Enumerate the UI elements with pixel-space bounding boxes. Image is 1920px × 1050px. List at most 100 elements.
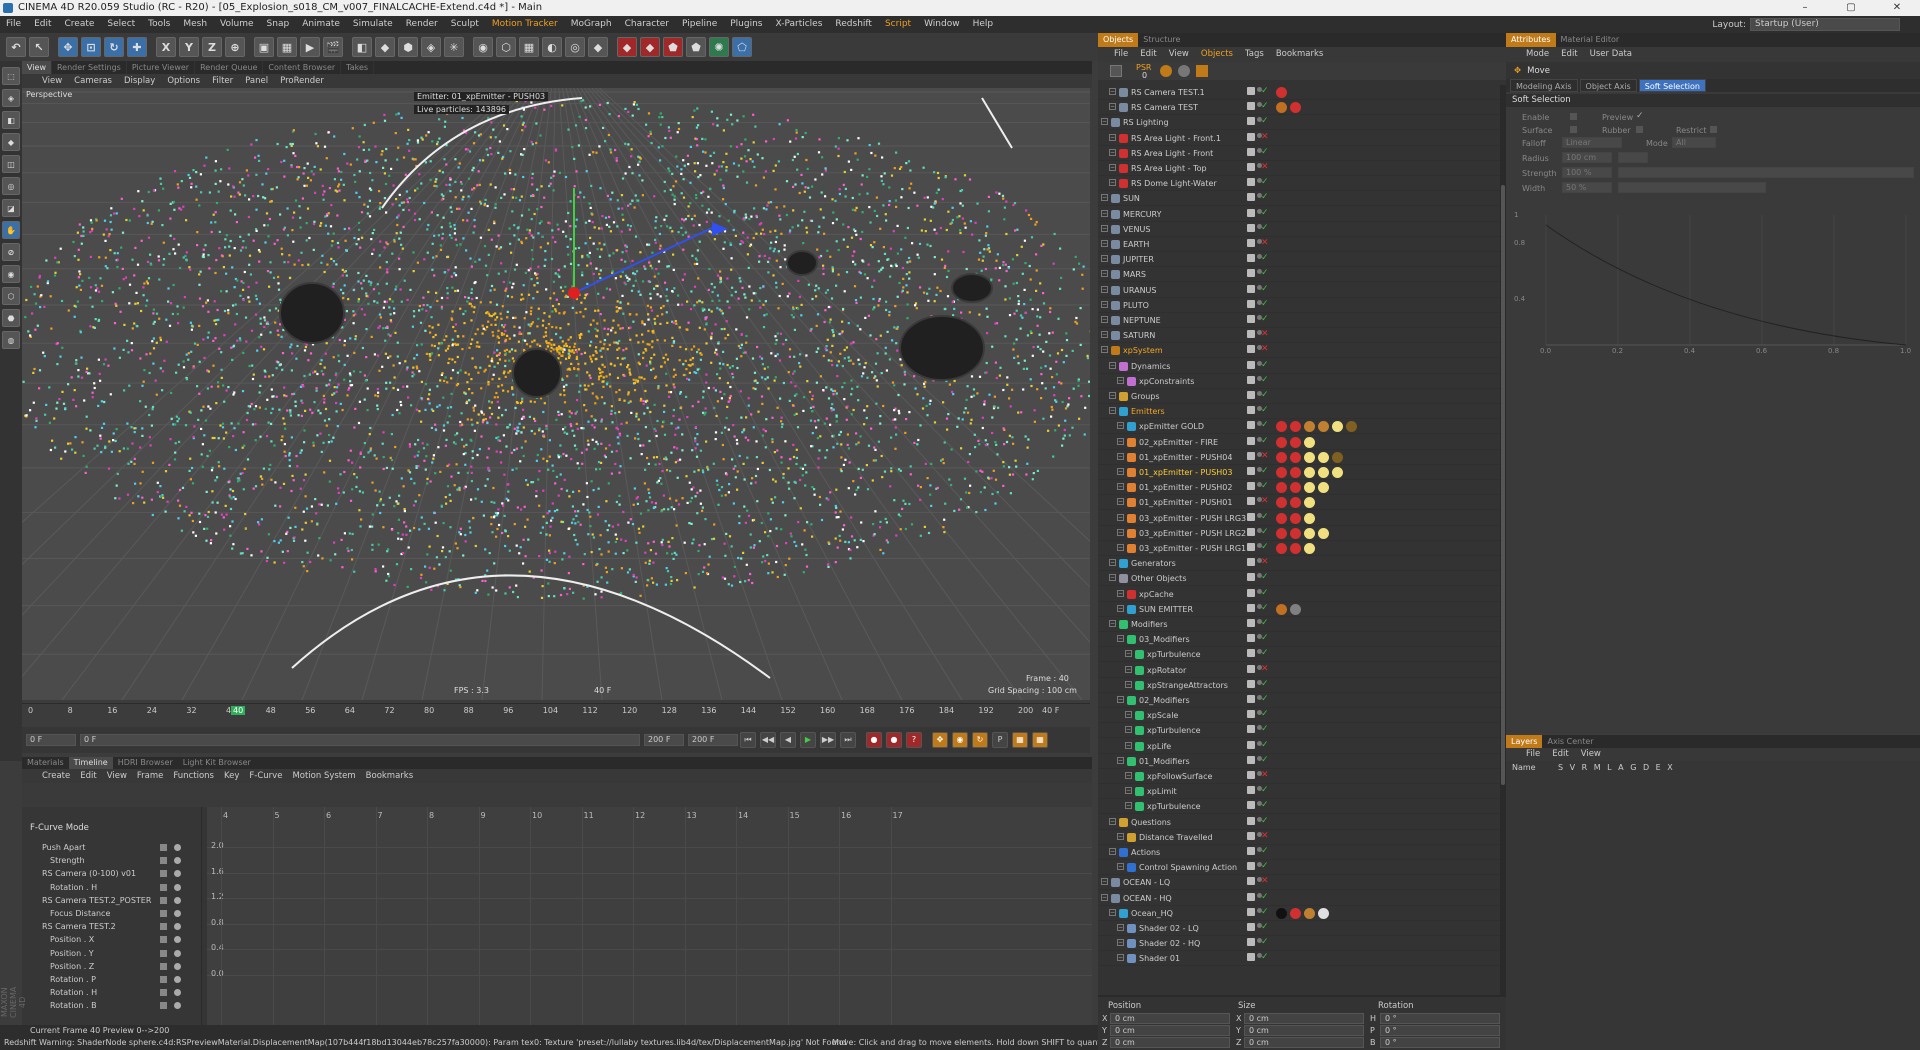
toolbar-button-4[interactable]: ↻ [104, 37, 124, 57]
toolbar-button-1[interactable]: ↖ [29, 37, 49, 57]
left-tool-5[interactable]: ◎ [2, 177, 20, 195]
menu-mesh[interactable]: Mesh [183, 16, 207, 33]
left-tool-9[interactable]: ◉ [2, 265, 20, 283]
menu-character[interactable]: Character [625, 16, 669, 33]
toolbar-button-20[interactable]: ⬡ [496, 37, 516, 57]
toolbar-button-10[interactable]: ▣ [254, 37, 274, 57]
toolbar-button-12[interactable]: ▶ [300, 37, 320, 57]
left-tool-7[interactable]: ✋ [2, 221, 20, 239]
minimize-button[interactable]: – [1782, 0, 1828, 16]
menu-motion-tracker[interactable]: Motion Tracker [492, 16, 558, 33]
menu-simulate[interactable]: Simulate [353, 16, 393, 33]
particle [1086, 357, 1089, 360]
particle [431, 140, 434, 143]
viewport-menu-options[interactable]: Options [167, 74, 200, 88]
left-tool-1[interactable]: ◈ [2, 89, 20, 107]
particle [637, 199, 640, 202]
toolbar-button-8[interactable]: Z [202, 37, 222, 57]
toolbar-button-7[interactable]: Y [179, 37, 199, 57]
left-tool-11[interactable]: ⬣ [2, 309, 20, 327]
toolbar-button-29[interactable]: ✺ [709, 37, 729, 57]
menu-animate[interactable]: Animate [302, 16, 340, 33]
particle [283, 394, 286, 397]
menu-file[interactable]: File [6, 16, 21, 33]
menu-edit[interactable]: Edit [34, 16, 51, 33]
particle [595, 468, 598, 471]
menu-window[interactable]: Window [924, 16, 960, 33]
menu-mograph[interactable]: MoGraph [571, 16, 612, 33]
left-tool-12[interactable]: ◍ [2, 331, 20, 349]
viewport-menu-filter[interactable]: Filter [212, 74, 233, 88]
toolbar-button-6[interactable]: X [156, 37, 176, 57]
viewport-tab-content-browser[interactable]: Content Browser [263, 61, 342, 74]
toolbar-button-0[interactable]: ↶ [6, 37, 26, 57]
toolbar-button-11[interactable]: ▦ [277, 37, 297, 57]
toolbar-button-14[interactable]: ◧ [352, 37, 372, 57]
particle [473, 429, 476, 432]
toolbar-button-30[interactable]: ⬠ [732, 37, 752, 57]
viewport-menu-display[interactable]: Display [124, 74, 155, 88]
particle [1065, 332, 1068, 335]
toolbar-button-15[interactable]: ◆ [375, 37, 395, 57]
viewport-canvas[interactable] [22, 88, 1090, 700]
perspective-viewport[interactable]: Perspective Emitter: 01_xpEmitter - PUSH… [22, 88, 1090, 700]
menu-snap[interactable]: Snap [267, 16, 290, 33]
viewport-tab-render-queue[interactable]: Render Queue [195, 61, 264, 74]
close-button[interactable]: ✕ [1874, 0, 1920, 16]
viewport-menu-view[interactable]: View [42, 74, 62, 88]
left-tool-10[interactable]: ⬡ [2, 287, 20, 305]
toolbar-button-21[interactable]: ▦ [519, 37, 539, 57]
particle [493, 396, 496, 399]
viewport-menu-prorender[interactable]: ProRender [280, 74, 324, 88]
left-tool-4[interactable]: ◫ [2, 155, 20, 173]
toolbar-button-9[interactable]: ⊕ [225, 37, 245, 57]
viewport-menu-panel[interactable]: Panel [245, 74, 268, 88]
menu-plugins[interactable]: Plugins [730, 16, 762, 33]
toolbar-button-28[interactable]: ⬟ [686, 37, 706, 57]
toolbar-button-24[interactable]: ◆ [588, 37, 608, 57]
left-tool-0[interactable]: ⬚ [2, 67, 20, 85]
left-tool-2[interactable]: ◧ [2, 111, 20, 129]
viewport-tab-takes[interactable]: Takes [341, 61, 375, 74]
left-tool-6[interactable]: ◪ [2, 199, 20, 217]
menu-tools[interactable]: Tools [148, 16, 170, 33]
left-tool-3[interactable]: ◆ [2, 133, 20, 151]
viewport-tab-render-settings[interactable]: Render Settings [52, 61, 127, 74]
menu-pipeline[interactable]: Pipeline [682, 16, 717, 33]
toolbar-button-2[interactable]: ✥ [58, 37, 78, 57]
particle [248, 263, 251, 266]
menu-x-particles[interactable]: X-Particles [776, 16, 823, 33]
toolbar-button-22[interactable]: ◐ [542, 37, 562, 57]
viewport-menu-cameras[interactable]: Cameras [74, 74, 112, 88]
menu-select[interactable]: Select [107, 16, 135, 33]
toolbar-button-18[interactable]: ✳ [444, 37, 464, 57]
menu-redshift[interactable]: Redshift [835, 16, 872, 33]
particle [241, 446, 244, 449]
viewport-tab-picture-viewer[interactable]: Picture Viewer [127, 61, 196, 74]
maximize-button[interactable]: ▢ [1828, 0, 1874, 16]
menu-script[interactable]: Script [885, 16, 911, 33]
particle [169, 302, 173, 305]
menu-render[interactable]: Render [406, 16, 438, 33]
menu-create[interactable]: Create [65, 16, 95, 33]
toolbar-button-19[interactable]: ◉ [473, 37, 493, 57]
toolbar-button-17[interactable]: ◈ [421, 37, 441, 57]
toolbar-button-27[interactable]: ⬟ [663, 37, 683, 57]
toolbar-button-5[interactable]: ✚ [127, 37, 147, 57]
viewport-tab-view[interactable]: View [22, 61, 52, 74]
toolbar-button-3[interactable]: ⊡ [81, 37, 101, 57]
toolbar-button-16[interactable]: ⬢ [398, 37, 418, 57]
particle [597, 378, 601, 381]
menu-sculpt[interactable]: Sculpt [451, 16, 479, 33]
particle [723, 241, 726, 244]
layout-dropdown[interactable]: Startup (User) [1750, 18, 1900, 31]
toolbar-button-25[interactable]: ◆ [617, 37, 637, 57]
toolbar-button-13[interactable]: 🎬 [323, 37, 343, 57]
menu-volume[interactable]: Volume [220, 16, 253, 33]
toolbar-button-26[interactable]: ◆ [640, 37, 660, 57]
layout-selector[interactable]: Layout: Startup (User) [1712, 18, 1900, 31]
left-tool-8[interactable]: ⊘ [2, 243, 20, 261]
toolbar-button-23[interactable]: ◎ [565, 37, 585, 57]
particle [1048, 332, 1051, 335]
menu-help[interactable]: Help [973, 16, 994, 33]
